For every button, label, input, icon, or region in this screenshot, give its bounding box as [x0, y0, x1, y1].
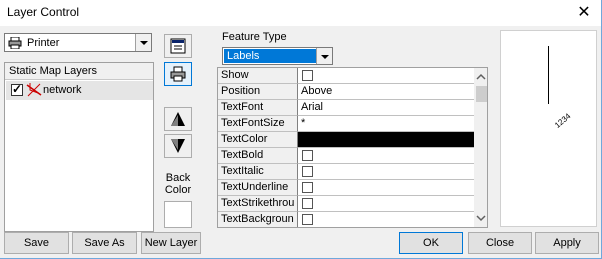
property-value-textstrikethrough[interactable]	[298, 196, 474, 212]
chevron-down-icon[interactable]	[316, 48, 332, 64]
printer-icon	[8, 37, 22, 49]
property-key: TextFontSize	[218, 116, 298, 132]
property-value-textitalic[interactable]	[298, 164, 474, 180]
textitalic-checkbox[interactable]	[302, 166, 313, 177]
property-key: TextStrikethrou	[218, 196, 298, 212]
property-key: TextBold	[218, 148, 298, 164]
property-row-textunderline[interactable]: TextUnderline	[218, 180, 474, 196]
property-row-textbold[interactable]: TextBold	[218, 148, 474, 164]
static-map-layers-list: Static Map Layers network	[4, 62, 154, 232]
property-key: TextBackgroun	[218, 212, 298, 227]
scrollbar-thumb[interactable]	[476, 86, 487, 102]
scroll-down-icon[interactable]	[474, 211, 488, 225]
property-key: TextItalic	[218, 164, 298, 180]
textbold-checkbox[interactable]	[302, 150, 313, 161]
property-row-textstrikethrough[interactable]: TextStrikethrou	[218, 196, 474, 212]
feature-type-value: Labels	[224, 49, 316, 63]
title-bar: Layer Control ✕	[0, 0, 601, 26]
feature-type-dropdown[interactable]: Labels	[222, 47, 333, 65]
ok-button[interactable]: OK	[399, 232, 463, 254]
property-key: TextColor	[218, 132, 298, 148]
back-color-label: Back Color	[164, 172, 192, 196]
property-grid: Show Position Above TextFont Arial TextF…	[217, 67, 488, 228]
feature-type-label: Feature Type	[222, 31, 287, 43]
back-color-swatch[interactable]	[164, 201, 192, 228]
textunderline-checkbox[interactable]	[302, 182, 313, 193]
layer-label: network	[43, 84, 82, 96]
move-layer-up-button[interactable]	[164, 107, 192, 131]
property-key: Show	[218, 68, 298, 84]
printer-dropdown[interactable]: Printer	[4, 33, 152, 52]
move-down-icon	[171, 139, 185, 153]
property-grid-scrollbar[interactable]	[474, 68, 488, 227]
property-value-position[interactable]: Above	[298, 84, 474, 100]
window-title: Layer Control	[7, 5, 80, 19]
save-as-button[interactable]: Save As	[72, 232, 137, 254]
property-value-textfont[interactable]: Arial	[298, 100, 474, 116]
layer-properties-button[interactable]	[164, 34, 192, 58]
property-row-textcolor[interactable]: TextColor	[218, 132, 474, 148]
property-row-textitalic[interactable]: TextItalic	[218, 164, 474, 180]
print-layer-button[interactable]	[164, 62, 192, 86]
properties-icon	[170, 38, 186, 54]
property-row-show[interactable]: Show	[218, 68, 474, 84]
property-row-textfontsize[interactable]: TextFontSize *	[218, 116, 474, 132]
scroll-up-icon[interactable]	[474, 70, 488, 84]
property-value-textbold[interactable]	[298, 148, 474, 164]
show-checkbox[interactable]	[302, 70, 313, 81]
close-window-icon[interactable]: ✕	[567, 0, 601, 26]
layer-control-dialog: Layer Control ✕ Printer Static Map Layer…	[0, 0, 602, 259]
property-row-textbackground[interactable]: TextBackgroun	[218, 212, 474, 227]
textstrikethrough-checkbox[interactable]	[302, 198, 313, 209]
property-value-textbackground[interactable]	[298, 212, 474, 227]
preview-line	[548, 46, 549, 104]
new-layer-button[interactable]: New Layer	[141, 232, 201, 254]
property-key: TextUnderline	[218, 180, 298, 196]
property-key: Position	[218, 84, 298, 100]
layer-network-icon	[26, 83, 42, 97]
label-preview: 1234	[500, 30, 597, 227]
property-value-textfontsize[interactable]: *	[298, 116, 474, 132]
save-button[interactable]: Save	[4, 232, 69, 254]
chevron-down-icon[interactable]	[135, 34, 151, 51]
close-button[interactable]: Close	[468, 232, 532, 254]
layer-item-network[interactable]: network	[6, 81, 153, 100]
property-value-textcolor[interactable]	[298, 132, 474, 148]
move-layer-down-button[interactable]	[164, 134, 192, 158]
printer-dropdown-value: Printer	[27, 37, 60, 49]
printer-icon	[170, 66, 186, 82]
property-row-textfont[interactable]: TextFont Arial	[218, 100, 474, 116]
property-key: TextFont	[218, 100, 298, 116]
apply-button[interactable]: Apply	[535, 232, 599, 254]
textbackground-checkbox[interactable]	[302, 214, 313, 225]
property-row-position[interactable]: Position Above	[218, 84, 474, 100]
property-value-show[interactable]	[298, 68, 474, 84]
layer-visibility-checkbox[interactable]	[11, 82, 23, 96]
property-value-textunderline[interactable]	[298, 180, 474, 196]
preview-label: 1234	[553, 111, 573, 130]
move-up-icon	[171, 112, 185, 126]
layers-header: Static Map Layers	[5, 63, 153, 80]
